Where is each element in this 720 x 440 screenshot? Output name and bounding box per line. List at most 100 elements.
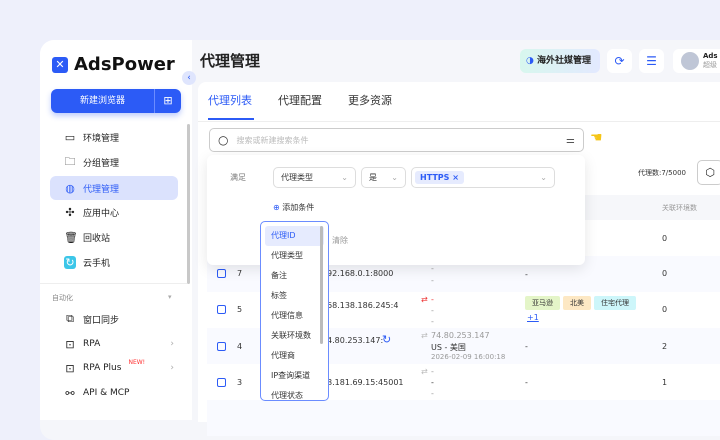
plus-circle-icon: ⊕	[273, 203, 283, 212]
sidebar-item-env[interactable]: ▭ 环境管理	[50, 125, 178, 149]
sync-icon: ⧉	[66, 312, 74, 325]
dropdown-option[interactable]: 备注	[265, 266, 324, 286]
chevron-down-icon: ⌄	[341, 173, 348, 182]
tag: 北美	[563, 296, 591, 310]
operator-select[interactable]: 是 ⌄	[361, 167, 406, 188]
swap-icon: ⇄	[421, 295, 428, 304]
search-placeholder: 搜索或新建搜索条件	[236, 135, 309, 145]
dropdown-option[interactable]: 代理信息	[265, 306, 324, 326]
tab-more-resources[interactable]: 更多资源	[348, 92, 392, 108]
dropdown-option[interactable]: 代理类型	[265, 246, 324, 266]
location: -	[431, 276, 434, 285]
label: API & MCP	[83, 388, 130, 398]
field-value: 代理类型	[281, 173, 313, 182]
trash-icon: 🗑	[64, 230, 78, 244]
dropdown-option[interactable]: 标签	[265, 286, 324, 306]
sidebar-item-group[interactable]: 🗀 分组管理	[50, 150, 178, 174]
list-icon[interactable]: ☰	[639, 49, 664, 73]
cloud-phone-icon: ↻	[64, 255, 76, 269]
search-input[interactable]: ○ 搜索或新建搜索条件 ⚌	[209, 128, 584, 152]
divider	[198, 121, 720, 122]
update-icon[interactable]: ⟳	[607, 49, 632, 73]
label: 云手机	[83, 258, 111, 269]
add-condition-button[interactable]: ⊕ 添加条件	[273, 202, 314, 213]
clear-button[interactable]: 清除	[332, 235, 348, 246]
user-name: Ads	[703, 52, 718, 60]
divider	[40, 283, 187, 284]
sidebar-item-sync[interactable]: ⧉ 窗口同步	[50, 307, 178, 331]
row-checkbox[interactable]	[217, 269, 226, 278]
refresh-icon[interactable]: ↻	[382, 333, 391, 346]
sidebar-item-cloud-phone[interactable]: ↻ 云手机	[50, 250, 178, 274]
check-time: -	[431, 317, 434, 326]
dropdown-option[interactable]: 代理ID	[265, 226, 324, 246]
dropdown-scrollbar[interactable]	[320, 226, 323, 344]
row-checkbox[interactable]	[217, 342, 226, 351]
sidebar-item-rpa-plus[interactable]: ⊡ RPA Plus NEW! ›	[50, 356, 178, 380]
chevron-down-icon[interactable]: ▾	[168, 293, 172, 301]
operator-value: 是	[369, 173, 377, 182]
sidebar-item-apps[interactable]: ✣ 应用中心	[50, 200, 178, 224]
value-select[interactable]: HTTPS × ⌄	[411, 167, 555, 188]
field-select[interactable]: 代理类型 ⌄	[273, 167, 356, 188]
label: 分组管理	[83, 158, 120, 169]
window-icon: ▭	[64, 130, 76, 144]
filter-settings-icon[interactable]: ⚌	[566, 135, 575, 146]
swap-icon: ⇄	[421, 367, 428, 376]
dropdown-option[interactable]: 关联环境数	[265, 326, 324, 346]
value-text: HTTPS	[420, 173, 450, 182]
sidebar-item-api[interactable]: ⚯ API & MCP	[50, 381, 178, 405]
row-checkbox[interactable]	[217, 378, 226, 387]
label: 应用中心	[83, 208, 120, 219]
collapse-sidebar-button[interactable]: ‹	[182, 71, 196, 85]
row-id: 7	[237, 269, 243, 278]
env-count: 0	[662, 234, 668, 243]
ip: -	[431, 264, 434, 273]
avatar	[681, 52, 699, 70]
puzzle-icon: ✣	[65, 205, 75, 219]
more-tags[interactable]: +1	[527, 313, 539, 322]
label: 代理管理	[83, 184, 120, 195]
sidebar-item-rpa[interactable]: ⊡ RPA ›	[50, 332, 178, 356]
dropdown-option[interactable]: IP查询渠道	[265, 366, 324, 386]
row-id: 5	[237, 305, 243, 314]
sidebar-scrollbar[interactable]	[187, 124, 190, 284]
app-name: AdsPower	[74, 54, 175, 75]
label: RPA Plus	[83, 363, 122, 373]
sidebar-item-trash[interactable]: 🗑 回收站	[50, 225, 178, 249]
tag: 亚马逊	[525, 296, 560, 310]
robot-icon: ⊡	[65, 361, 75, 375]
logo: ✕ AdsPower	[52, 54, 175, 75]
ip: -	[431, 367, 434, 376]
tab-proxy-config[interactable]: 代理配置	[278, 92, 322, 108]
sidebar-item-proxy[interactable]: ◍ 代理管理	[50, 176, 178, 200]
env-count: 0	[662, 269, 668, 278]
new-browser-button[interactable]: 新建浏览器 ⊞	[51, 89, 181, 113]
robot-icon: ⊡	[65, 337, 75, 351]
tag-icon[interactable]: ⬡	[697, 160, 720, 185]
row-id: 3	[237, 378, 243, 387]
proxy-address: 4.80.253.147:	[327, 336, 384, 345]
social-media-button[interactable]: ◑ 海外社媒管理	[520, 49, 600, 73]
batch-add-icon[interactable]: ⊞	[155, 89, 181, 113]
label: 回收站	[83, 233, 111, 244]
close-icon[interactable]: ×	[452, 173, 459, 182]
tab-proxy-list[interactable]: 代理列表	[208, 92, 252, 108]
add-condition-label: 添加条件	[282, 203, 315, 212]
value-chip: HTTPS ×	[415, 171, 464, 184]
label: RPA	[83, 339, 101, 349]
tags-empty: -	[525, 342, 528, 351]
user-menu[interactable]: Ads 超级	[673, 49, 720, 73]
pointing-hand-icon: ☚	[590, 130, 603, 146]
dropdown-option[interactable]: 代理状态	[265, 386, 324, 400]
page-title: 代理管理	[200, 52, 261, 70]
table-row[interactable]	[207, 400, 720, 436]
section-automation[interactable]: 自动化	[52, 293, 73, 303]
check-time: -	[431, 389, 434, 398]
tag: 住宅代理	[594, 296, 636, 310]
dropdown-option[interactable]: 代理商	[265, 346, 324, 366]
api-icon: ⚯	[65, 386, 75, 400]
chevron-down-icon: ⌄	[391, 173, 398, 182]
new-browser-label[interactable]: 新建浏览器	[51, 89, 155, 113]
row-checkbox[interactable]	[217, 305, 226, 314]
